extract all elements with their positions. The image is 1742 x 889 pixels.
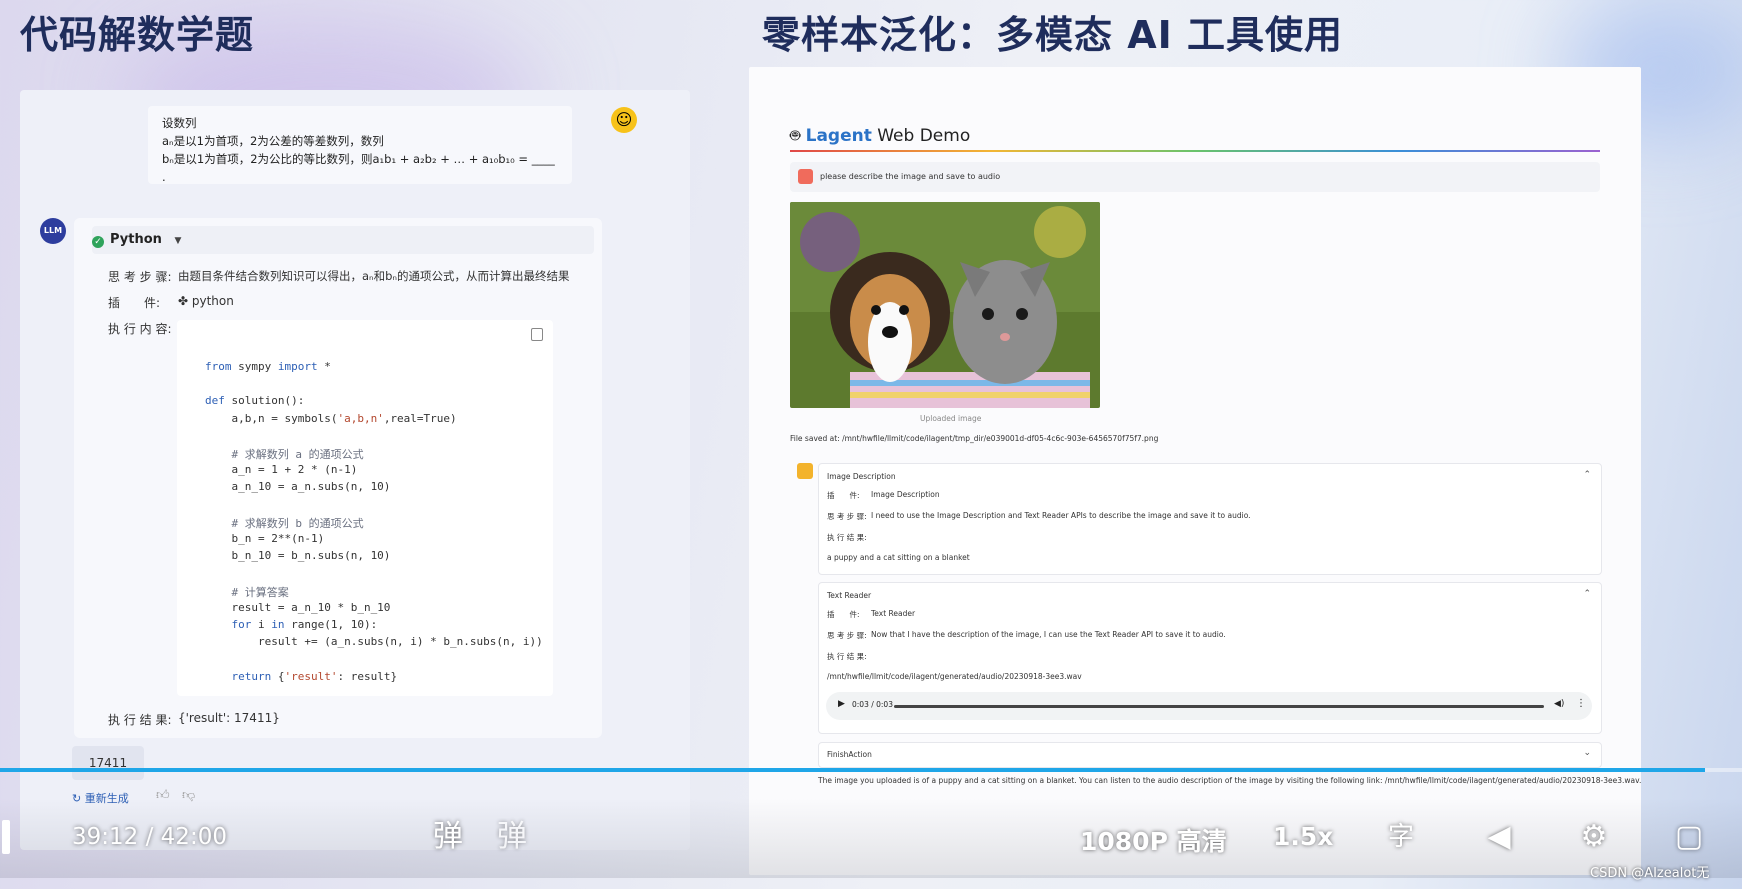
card-result: /mnt/hwfile/llmit/code/ilagent/generated… [827, 672, 1082, 681]
plugin-label: 插 件: [108, 296, 161, 310]
exec-label: 执 行 内 容: [108, 322, 172, 336]
card-plugin-label: 插 件: [827, 610, 860, 619]
play-pause-button[interactable] [2, 820, 10, 854]
plugin-name: python [191, 294, 234, 308]
user-avatar-icon: ☺ [611, 107, 637, 133]
card-header: Image Description [827, 472, 896, 481]
code-line: for i in range(1, 10): [231, 618, 378, 631]
card-header: Text Reader [827, 591, 872, 600]
demo-brand: Lagent [805, 126, 872, 146]
code-line: result = a_n_10 * b_n_10 [205, 600, 391, 614]
code-block: from sympy import * def solution(): a,b,n… [177, 320, 553, 696]
result-label: 执 行 结 果: [108, 713, 172, 727]
more-options-icon[interactable]: ⋮ [1576, 698, 1586, 709]
chevron-down-icon[interactable]: ⌄ [1583, 748, 1591, 758]
video-progress-fill [0, 768, 1706, 772]
prompt-text: please describe the image and save to au… [820, 172, 1001, 181]
left-title: 代码解数学题 [20, 13, 255, 57]
question-line: aₙ是以1为首项，2为公差的等差数列，数列 [162, 134, 384, 148]
card-plugin-value: Image Description [871, 490, 940, 499]
danmaku-toggle-icon[interactable]: 弹 [429, 818, 467, 856]
total-time: 42:00 [160, 824, 227, 850]
volume-icon[interactable]: ◀) [1554, 699, 1564, 709]
play-icon[interactable]: ▶ [838, 699, 845, 709]
subtitle-off-icon[interactable]: 字 [1382, 818, 1420, 856]
card-plugin-value: Text Reader [871, 609, 916, 618]
quality-button[interactable]: 1080P 高清 [1080, 822, 1227, 858]
speed-button[interactable]: 1.5x [1273, 822, 1333, 851]
demo-title: 🤖︎ Lagent Web Demo [790, 124, 970, 148]
right-title: 零样本泛化：多模态 AI 工具使用 [762, 13, 1344, 57]
code-line: def solution(): [205, 394, 305, 408]
code-line: return {'result': result} [231, 669, 398, 683]
code-line: b_n = 2**(n-1) [205, 532, 325, 545]
result-value: {'result': 17411} [178, 711, 280, 725]
copy-icon[interactable] [531, 328, 543, 341]
volume-icon[interactable]: ◀ [1480, 818, 1518, 856]
llm-avatar: LLM [40, 218, 66, 244]
chevron-up-icon[interactable]: ⌃ [1583, 470, 1591, 480]
plugin-value: ✤ python [178, 294, 234, 308]
tool-card-image-description[interactable]: Image Description ⌃ 插 件: Image Descripti… [818, 463, 1602, 575]
card-header: FinishAction [827, 750, 872, 759]
code-line: a,b,n = symbols('a,b,n',real=True) [205, 411, 457, 425]
question-line: bₙ是以1为首项，2为公比的等比数列，则a₁b₁ + a₂b₂ + … + a₁… [162, 152, 555, 184]
bot-icon [797, 463, 813, 479]
code-line: from sympy import * [205, 360, 331, 373]
demo-title-rest: Web Demo [871, 126, 971, 146]
card-result-label: 执 行 结 果: [827, 533, 867, 542]
thought-label: 思 考 步 骤: [108, 270, 172, 284]
user-question: 设数列 aₙ是以1为首项，2为公差的等差数列，数列 bₙ是以1为首项，2为公比的… [148, 106, 572, 184]
watermark: CSDN @AIzealot无 [1590, 866, 1710, 881]
plugin-header[interactable]: ✓ Python ▼ [92, 226, 594, 254]
card-thought-label: 思 考 步 骤: [827, 631, 867, 640]
card-result-label: 执 行 结 果: [827, 652, 867, 661]
audio-player: ▶ 0:03 / 0:03 ◀) ⋮ [826, 692, 1592, 720]
code-line: result += (a_n.subs(n, i) * b_n.subs(n, … [205, 635, 543, 649]
answer-badge: 17411 [72, 746, 144, 780]
python-icon: ✤ [178, 294, 192, 308]
image-caption: Uploaded image [920, 414, 982, 423]
code-line: # 计算答案 [231, 585, 289, 599]
final-answer: The image you uploaded is of a puppy and… [818, 776, 1642, 785]
chevron-down-icon[interactable]: ▼ [174, 236, 181, 246]
check-icon: ✓ [92, 236, 104, 248]
current-time: 39:12 [72, 824, 139, 850]
code-line: # 求解数列 b 的通项公式 [231, 516, 364, 530]
time-separator: / [145, 824, 154, 850]
gear-icon[interactable]: ⚙ [1575, 818, 1613, 856]
code-line: # 求解数列 a 的通项公式 [231, 448, 364, 461]
card-thought: Now that I have the description of the i… [871, 630, 1226, 639]
rainbow-divider [790, 150, 1600, 152]
plugin-header-label: Python [110, 232, 162, 247]
card-thought: I need to use the Image Description and … [871, 511, 1251, 520]
card-plugin-label: 插 件: [827, 491, 860, 500]
file-saved-text: File saved at: /mnt/hwfile/llmit/code/il… [790, 434, 1159, 443]
user-prompt: please describe the image and save to au… [790, 162, 1600, 192]
audio-seek-bar[interactable] [894, 705, 1544, 708]
danmaku-settings-icon[interactable]: 弹 [493, 818, 531, 856]
chevron-up-icon[interactable]: ⌃ [1583, 589, 1591, 599]
tool-card-finish-action[interactable]: FinishAction ⌄ [818, 742, 1602, 768]
robot-icon: 🤖︎ [790, 126, 806, 146]
time-display: 39:12 / 42:00 [72, 824, 227, 850]
code-line: a_n_10 = a_n.subs(n, 10) [205, 480, 391, 494]
audio-time: 0:03 / 0:03 [852, 700, 893, 709]
code-line: a_n = 1 + 2 * (n-1) [205, 463, 358, 477]
card-result: a puppy and a cat sitting on a blanket [827, 553, 970, 562]
user-icon [798, 169, 813, 184]
uploaded-image [790, 202, 1100, 408]
fullscreen-icon[interactable]: ▢ [1670, 818, 1708, 856]
thought-text: 由题目条件结合数列知识可以得出，aₙ和bₙ的通项公式，从而计算出最终结果 [178, 269, 570, 283]
question-line: 设数列 [162, 116, 197, 130]
card-thought-label: 思 考 步 骤: [827, 512, 867, 521]
video-progress-bar[interactable] [0, 768, 1742, 772]
code-line: b_n_10 = b_n.subs(n, 10) [205, 549, 391, 563]
